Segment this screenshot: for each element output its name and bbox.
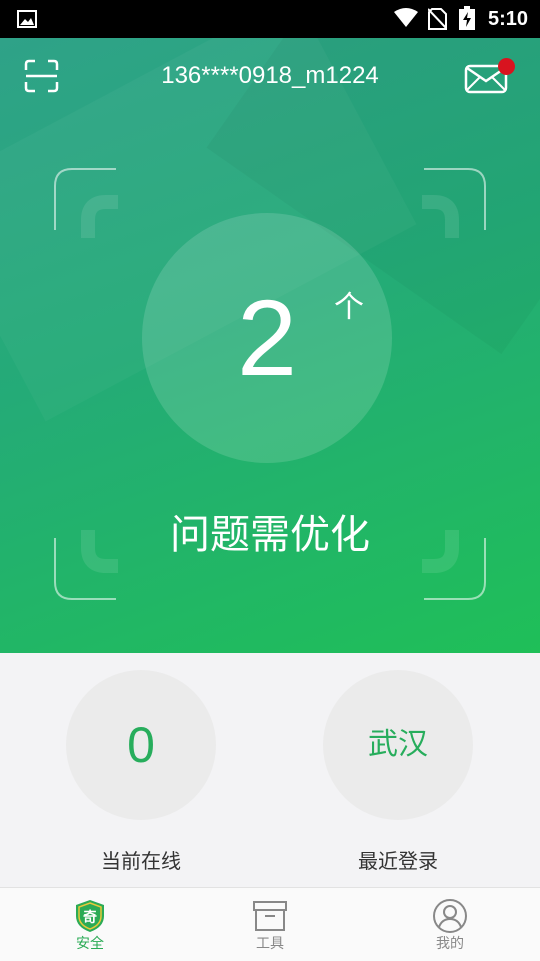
nav-label: 我的: [436, 936, 464, 952]
battery-charging-icon: [459, 6, 475, 30]
online-label: 当前在线: [101, 849, 181, 873]
gallery-icon: [17, 10, 37, 28]
nav-label: 工具: [256, 936, 284, 952]
nav-tab-tools[interactable]: 工具: [180, 888, 360, 961]
nav-tab-security[interactable]: 奇 安全: [0, 888, 180, 961]
security-hero: 136****0918_m1224 2 个 问题需优化: [0, 38, 540, 653]
toolbox-icon: [253, 901, 287, 931]
online-count[interactable]: 0: [66, 670, 216, 820]
last-login-location[interactable]: 武汉: [323, 670, 473, 820]
no-sim-icon: [428, 8, 447, 30]
nav-tab-profile[interactable]: 我的: [360, 888, 540, 961]
svg-text:奇: 奇: [83, 909, 97, 926]
nav-label: 安全: [76, 936, 104, 952]
issue-description: 问题需优化: [170, 512, 370, 558]
shield-icon: 奇: [76, 900, 104, 932]
user-icon: [433, 899, 467, 933]
issue-count: 2: [236, 277, 298, 398]
wifi-icon: [394, 8, 418, 27]
unread-badge: [498, 58, 515, 75]
clock: 5:10: [487, 8, 528, 30]
login-info-section: 0 当前在线 武汉 最近登录: [0, 653, 540, 887]
issue-unit: 个: [334, 290, 364, 325]
account-name: 136****0918_m1224: [161, 62, 379, 89]
bottom-nav: 奇 安全 工具 我的: [0, 887, 540, 961]
last-login-label: 最近登录: [358, 849, 438, 873]
status-bar: 5:10: [0, 0, 540, 38]
